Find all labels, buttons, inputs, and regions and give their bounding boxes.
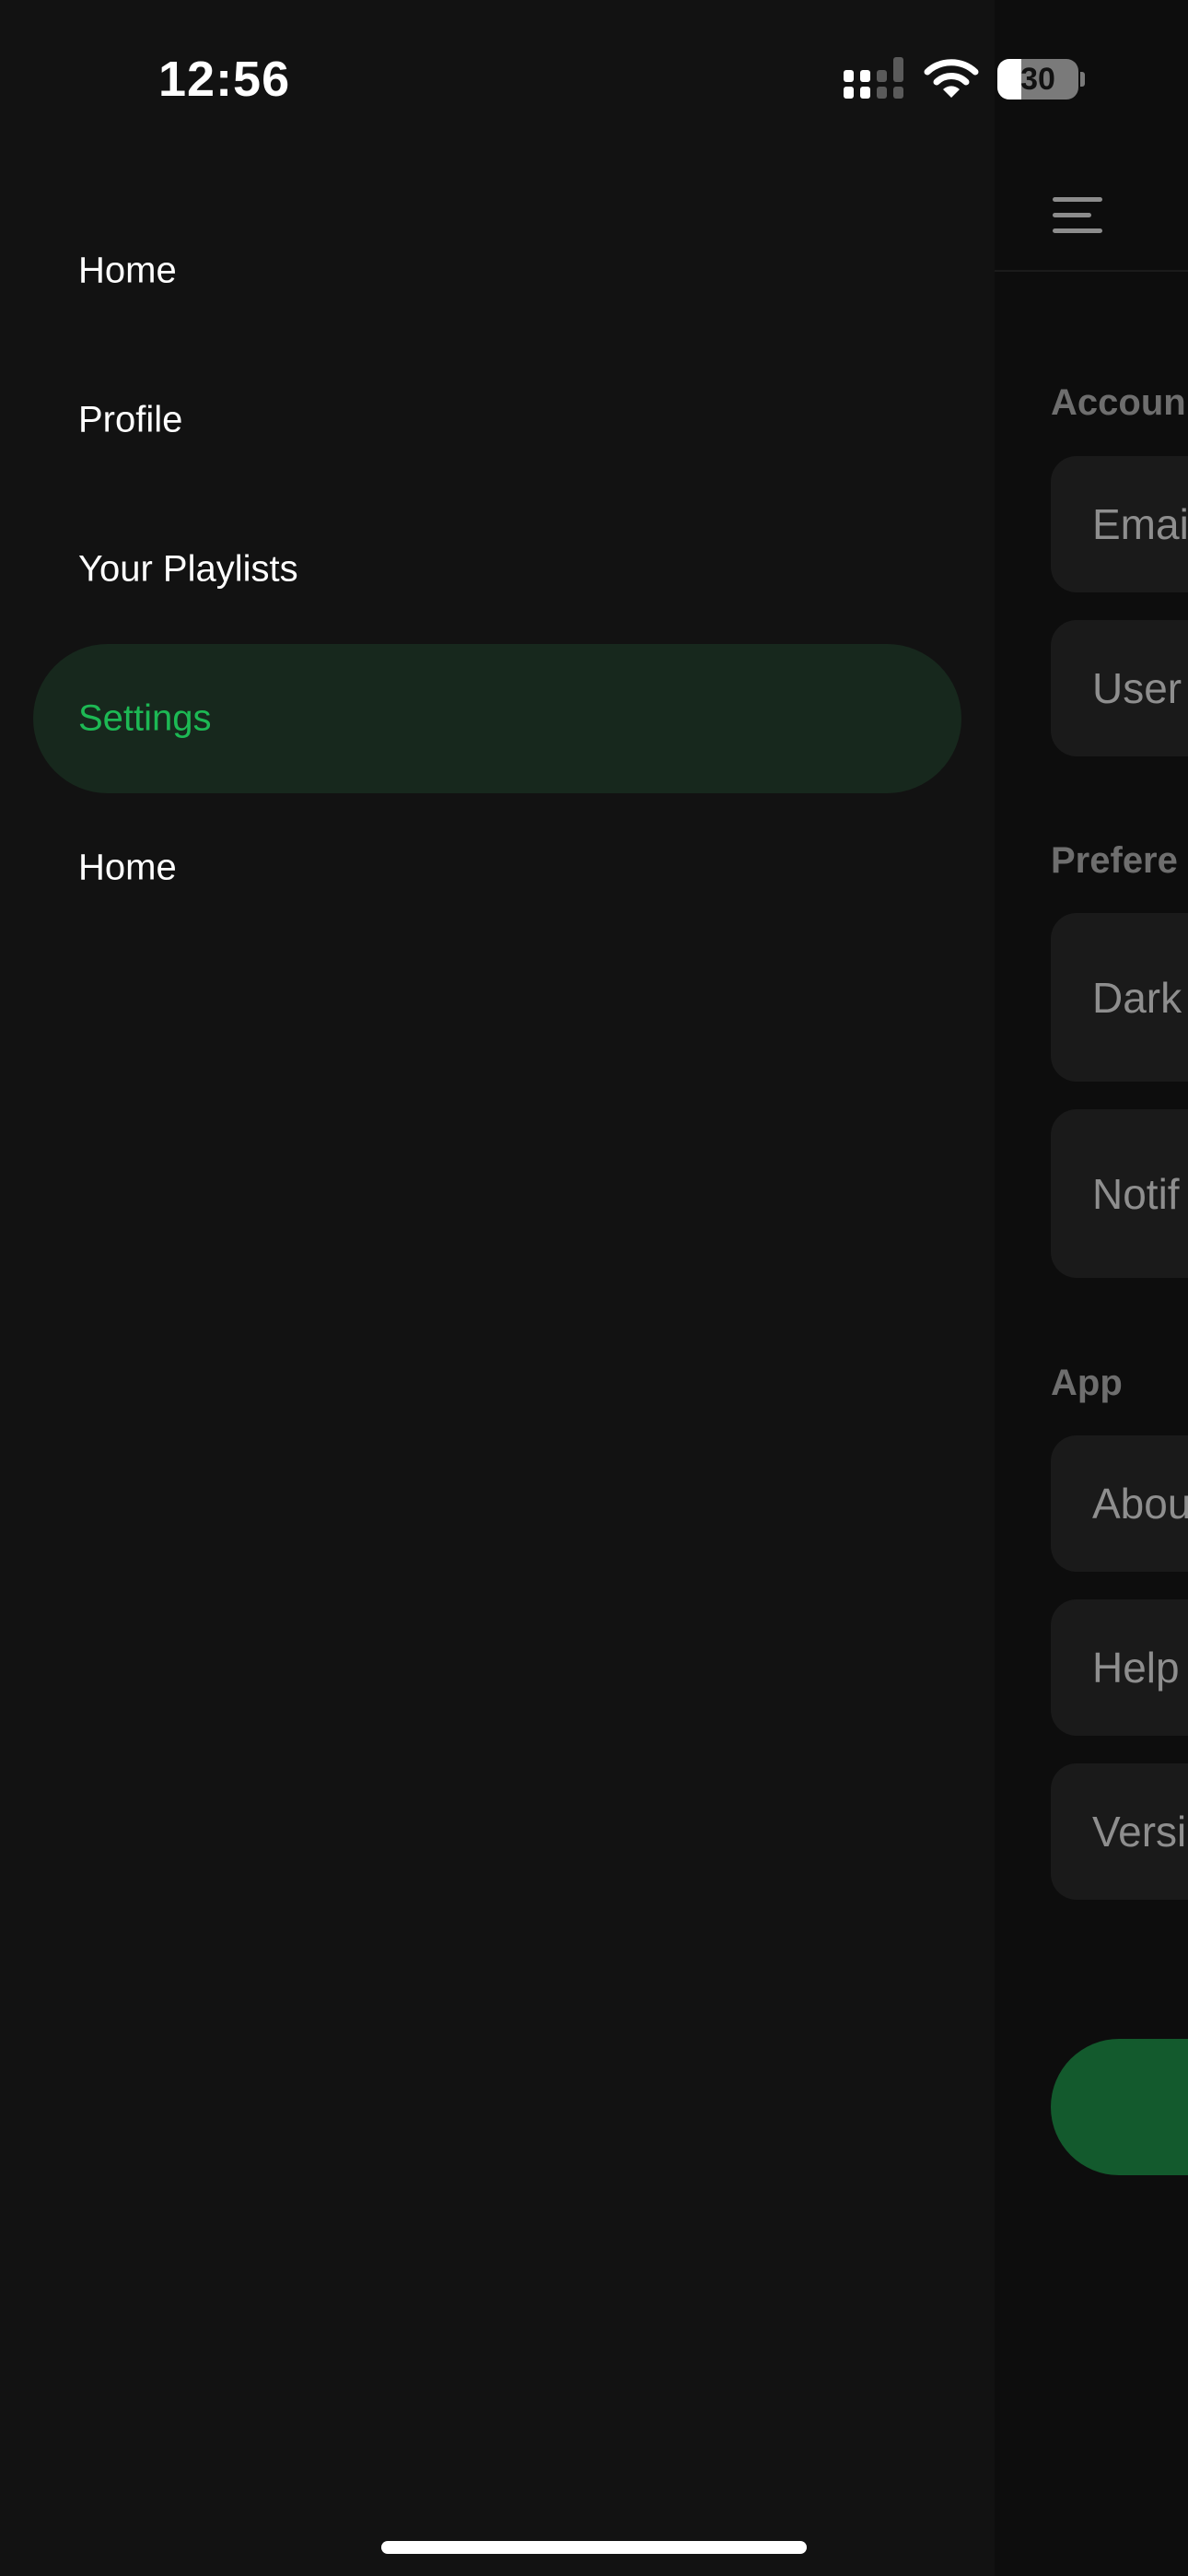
settings-row-about[interactable]: Abou <box>1051 1435 1188 1572</box>
status-bar-time: 12:56 <box>158 52 291 107</box>
drawer-item-home[interactable]: Home <box>33 196 961 345</box>
battery-icon: 30 <box>997 59 1078 100</box>
drawer-item-settings[interactable]: Settings <box>33 644 961 793</box>
settings-row-help[interactable]: Help <box>1051 1599 1188 1736</box>
battery-terminal <box>1080 72 1085 87</box>
battery-percentage: 30 <box>1020 62 1055 97</box>
settings-row-email[interactable]: Emai <box>1051 456 1188 592</box>
settings-row-label: Notif <box>1092 1169 1180 1218</box>
home-indicator[interactable] <box>381 2541 807 2554</box>
settings-row-label: Help <box>1092 1644 1180 1692</box>
drawer-item-your-playlists[interactable]: Your Playlists <box>33 495 961 644</box>
settings-row-label: Emai <box>1092 500 1188 548</box>
drawer-item-profile[interactable]: Profile <box>33 345 961 495</box>
primary-action-button[interactable] <box>1051 2039 1188 2175</box>
drawer-item-label: Home <box>78 250 177 291</box>
wifi-icon <box>924 59 979 98</box>
section-title-preferences: Prefere <box>1051 840 1178 881</box>
signal-icon <box>844 57 903 99</box>
hamburger-menu-icon[interactable] <box>1053 197 1102 234</box>
settings-row-username[interactable]: User <box>1051 620 1188 756</box>
drawer-item-label: Home <box>78 847 177 888</box>
settings-row-notifications[interactable]: Notif <box>1051 1109 1188 1278</box>
app-screen: Accoun Emai User Prefere Dark Notif App … <box>0 0 1188 2576</box>
drawer-item-home-secondary[interactable]: Home <box>33 793 961 943</box>
settings-row-dark-mode[interactable]: Dark <box>1051 913 1188 1082</box>
settings-row-label: Abou <box>1092 1480 1188 1528</box>
drawer-item-label: Your Playlists <box>78 548 298 590</box>
drawer-item-label: Profile <box>78 399 183 440</box>
settings-row-version[interactable]: Versi <box>1051 1763 1188 1900</box>
settings-row-label: User <box>1092 664 1182 712</box>
section-title-app: App <box>1051 1363 1123 1403</box>
navigation-drawer: Home Profile Your Playlists Settings Hom… <box>0 0 995 2576</box>
section-title-account: Accoun <box>1051 382 1186 423</box>
drawer-item-label: Settings <box>78 697 212 739</box>
settings-row-label: Dark <box>1092 973 1182 1022</box>
settings-row-label: Versi <box>1092 1808 1187 1856</box>
